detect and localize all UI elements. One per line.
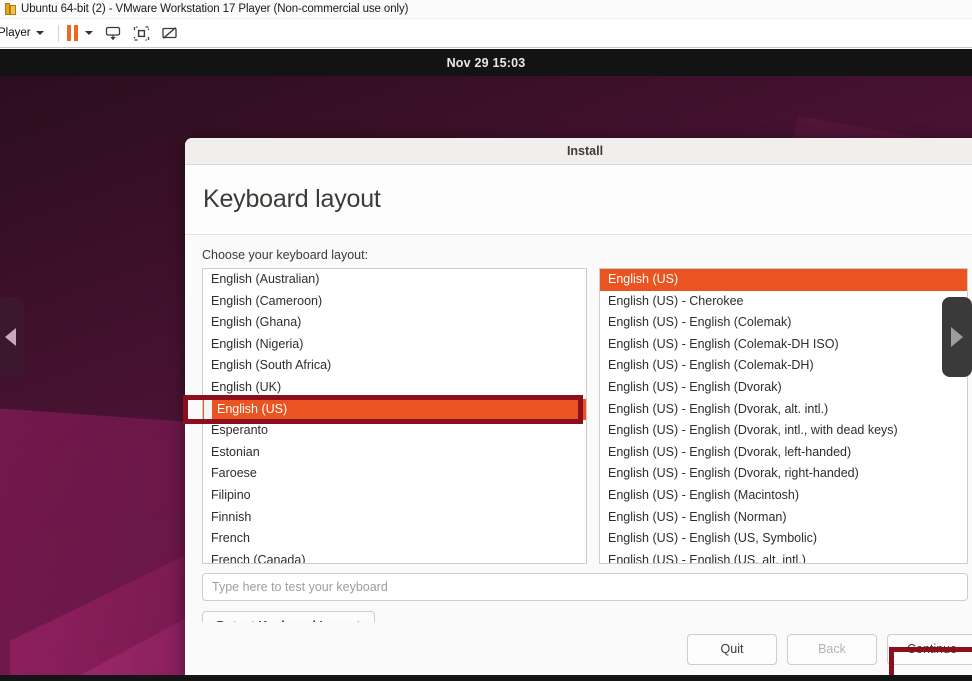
back-button: Back	[787, 633, 877, 665]
vmware-toolbar: Player	[0, 19, 972, 48]
vmware-icon	[4, 2, 17, 16]
list-item[interactable]: English (US) - English (Macintosh)	[600, 485, 967, 507]
list-item[interactable]: English (US) - English (Dvorak, left-han…	[600, 442, 967, 464]
dialog-title: Install	[566, 144, 604, 158]
list-item[interactable]: English (US) - English (Dvorak)	[600, 377, 967, 399]
fullscreen-icon[interactable]	[131, 22, 153, 44]
gnome-topbar: Nov 29 15:03	[0, 49, 972, 76]
continue-button[interactable]: Continue	[887, 633, 972, 665]
triangle-right-icon	[951, 327, 963, 347]
list-item[interactable]: English (UK)	[203, 377, 586, 399]
list-item[interactable]: English (Australian)	[203, 269, 586, 291]
list-item[interactable]: English (South Africa)	[203, 355, 586, 377]
list-item[interactable]: English (Cameroon)	[203, 291, 586, 313]
list-item[interactable]: English (US) - English (Dvorak, alt. int…	[600, 399, 967, 421]
quit-button[interactable]: Quit	[687, 633, 777, 665]
pause-button[interactable]	[66, 25, 78, 41]
vm-left-panel-toggle[interactable]	[0, 297, 24, 377]
list-item[interactable]: English (US) - English (US, alt. intl.)	[600, 550, 967, 563]
list-item[interactable]: English (US) - English (Dvorak, right-ha…	[600, 463, 967, 485]
guest-screen: Nov 29 15:03 Install Keyboard layout Cho…	[0, 49, 972, 681]
list-item[interactable]: English (US) - English (Colemak-DH)	[600, 355, 967, 377]
back-button-label: Back	[818, 642, 846, 656]
continue-button-label: Continue	[906, 642, 958, 656]
list-item[interactable]: English (US) - English (Dvorak, intl., w…	[600, 420, 967, 442]
list-item[interactable]: English (US)	[600, 269, 967, 291]
list-item[interactable]: English (US)	[203, 398, 586, 421]
window-bottom-edge	[0, 675, 972, 681]
keyboard-test-placeholder: Type here to test your keyboard	[212, 580, 388, 594]
choose-layout-label: Choose your keyboard layout:	[202, 248, 369, 262]
list-item[interactable]: Estonian	[203, 442, 586, 464]
screen: Ubuntu 64-bit (2) - VMware Workstation 1…	[0, 0, 972, 681]
window-title: Ubuntu 64-bit (2) - VMware Workstation 1…	[21, 3, 409, 15]
list-item[interactable]: Esperanto	[203, 420, 586, 442]
player-menu[interactable]: Player	[0, 22, 50, 44]
clock[interactable]: Nov 29 15:03	[447, 56, 526, 70]
list-item[interactable]: French (Canada)	[203, 550, 586, 563]
dialog-body: Choose your keyboard layout: English (Au…	[185, 235, 972, 641]
vm-right-panel-toggle[interactable]	[942, 297, 972, 377]
quit-button-label: Quit	[720, 642, 744, 656]
keyboard-layout-list[interactable]: English (Australian) English (Cameroon) En…	[202, 268, 587, 564]
page-title: Keyboard layout	[203, 185, 381, 213]
list-item[interactable]: French	[203, 528, 586, 550]
list-item[interactable]: English (US) - English (Norman)	[600, 507, 967, 529]
player-menu-label: Player	[0, 27, 31, 39]
disconnect-display-icon[interactable]	[159, 22, 181, 44]
chevron-down-icon	[35, 31, 44, 35]
pause-dropdown-chevron-icon[interactable]	[84, 31, 93, 35]
send-key-icon[interactable]	[103, 22, 125, 44]
list-item[interactable]: Faroese	[203, 463, 586, 485]
toolbar-divider	[57, 24, 59, 42]
list-item[interactable]: Finnish	[203, 507, 586, 529]
dialog-hero: Keyboard layout	[185, 165, 972, 235]
keyboard-test-input[interactable]: Type here to test your keyboard	[202, 573, 968, 601]
list-item[interactable]: English (US) - English (Colemak)	[600, 312, 967, 334]
list-item[interactable]: English (Nigeria)	[203, 334, 586, 356]
layout-selection-lists: English (Australian) English (Cameroon) En…	[202, 268, 968, 564]
dialog-titlebar: Install	[185, 138, 972, 165]
vmware-titlebar: Ubuntu 64-bit (2) - VMware Workstation 1…	[0, 0, 972, 19]
dialog-footer: Quit Back Continue	[185, 622, 972, 676]
triangle-left-icon	[5, 328, 16, 346]
list-item[interactable]: English (Ghana)	[203, 312, 586, 334]
list-item[interactable]: Filipino	[203, 485, 586, 507]
list-item[interactable]: English (US) - English (US, Symbolic)	[600, 528, 967, 550]
install-dialog: Install Keyboard layout Choose your keyb…	[185, 138, 972, 676]
list-item[interactable]: English (US) - English (Colemak-DH ISO)	[600, 334, 967, 356]
list-item[interactable]: English (US) - Cherokee	[600, 291, 967, 313]
keyboard-variant-list[interactable]: English (US) English (US) - Cherokee Engli…	[599, 268, 968, 564]
